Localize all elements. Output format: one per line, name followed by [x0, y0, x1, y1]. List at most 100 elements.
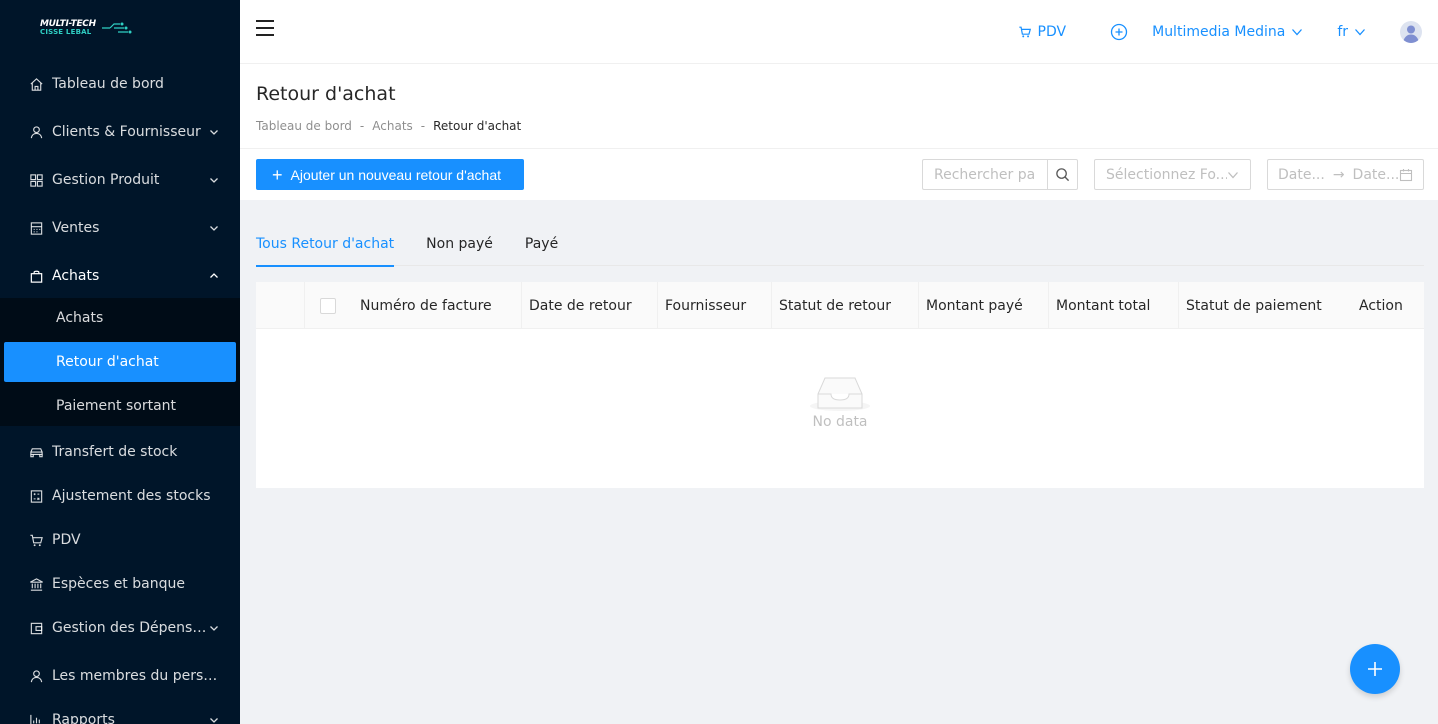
chevron-down-icon — [1228, 171, 1238, 178]
sidebar: MULTI-TECH CISSE LEBAL Tableau de bord C… — [0, 0, 240, 724]
breadcrumb-item-achats[interactable]: Achats — [372, 119, 413, 133]
date-range-picker[interactable]: Date... → Date... — [1267, 159, 1424, 190]
tab-non-paye[interactable]: Non payé — [426, 222, 493, 266]
sidebar-item-label: Les membres du personnel — [52, 668, 220, 684]
sidebar-item-pdv[interactable]: PDV — [0, 518, 240, 562]
date-start-placeholder[interactable]: Date... — [1278, 167, 1325, 183]
calendar-icon — [1399, 168, 1413, 182]
bag-icon — [28, 268, 44, 284]
sidebar-item-tableau-de-bord[interactable]: Tableau de bord — [0, 62, 240, 106]
sidebar-item-ventes[interactable]: Ventes — [0, 206, 240, 250]
page-header: Retour d'achat Tableau de bord - Achats … — [240, 64, 1438, 148]
sidebar-item-label: PDV — [52, 532, 81, 548]
add-return-label: Ajouter un nouveau retour d'achat — [290, 166, 502, 183]
header-actions: PDV Multimedia Medina fr — [1018, 0, 1438, 64]
table-header: Numéro de facture Date de retour Fournis… — [256, 282, 1424, 329]
sidebar-item-label: Transfert de stock — [52, 444, 178, 460]
sidebar-item-membres-du-personnel[interactable]: Les membres du personnel — [0, 654, 240, 698]
column-header-action: Action — [1359, 297, 1403, 314]
search-group — [922, 159, 1078, 190]
store-selector[interactable]: Multimedia Medina — [1152, 24, 1303, 40]
column-header-statut-retour[interactable]: Statut de retour — [771, 282, 918, 329]
tab-tous-retour-d-achat[interactable]: Tous Retour d'achat — [256, 222, 395, 267]
chevron-up-icon — [208, 270, 220, 282]
achats-submenu: Achats Retour d'achat Paiement sortant — [0, 298, 240, 426]
floating-add-button[interactable] — [1350, 644, 1400, 694]
chevron-down-icon — [208, 714, 220, 724]
supplier-select-placeholder: Sélectionnez Fo... — [1106, 166, 1227, 183]
column-header-montant-paye[interactable]: Montant payé — [918, 282, 1048, 329]
store-label: Multimedia Medina — [1152, 24, 1286, 40]
logo[interactable]: MULTI-TECH CISSE LEBAL — [0, 0, 240, 56]
cart-icon — [28, 532, 44, 548]
sidebar-item-label: Rapports — [52, 712, 115, 724]
user-avatar[interactable] — [1400, 21, 1422, 43]
breadcrumb-item-current: Retour d'achat — [433, 119, 522, 133]
date-end-placeholder[interactable]: Date... — [1353, 167, 1400, 183]
supplier-select[interactable]: Sélectionnez Fo... — [1094, 159, 1251, 190]
user-icon — [28, 668, 44, 684]
chevron-down-icon — [208, 622, 220, 634]
tab-paye[interactable]: Payé — [525, 222, 558, 266]
avatar-icon — [1403, 25, 1419, 43]
breadcrumb-separator: - — [420, 119, 426, 133]
column-header-montant-total[interactable]: Montant total — [1048, 282, 1178, 329]
sidebar-menu: Tableau de bord Clients & Fournisseur Ge… — [0, 62, 240, 724]
arrow-right-icon: → — [1332, 166, 1345, 183]
language-selector[interactable]: fr — [1337, 24, 1366, 40]
sidebar-item-achats[interactable]: Achats — [0, 254, 240, 298]
logo-text: MULTI-TECH CISSE LEBAL — [40, 20, 96, 36]
menu-toggle-icon[interactable] — [256, 20, 274, 36]
sidebar-item-label: Gestion Produit — [52, 172, 160, 188]
sidebar-item-rapports[interactable]: Rapports — [0, 698, 240, 724]
column-header-statut-paiement[interactable]: Statut de paiement — [1178, 282, 1351, 329]
top-header: PDV Multimedia Medina fr — [240, 0, 1438, 64]
logo-circuit-icon — [101, 22, 132, 34]
page-title: Retour d'achat — [256, 83, 396, 105]
sidebar-item-gestion-des-depenses[interactable]: Gestion des Dépenses — [0, 606, 240, 650]
empty-state: No data — [256, 370, 1424, 430]
grid-icon — [28, 172, 44, 188]
empty-inbox-icon — [810, 377, 870, 411]
search-button[interactable] — [1047, 159, 1078, 190]
chart-icon — [28, 712, 44, 724]
chevron-down-icon — [1292, 29, 1303, 36]
breadcrumb-item-tableau-de-bord[interactable]: Tableau de bord — [256, 119, 352, 133]
pdv-link[interactable]: PDV — [1018, 24, 1066, 40]
plus-circle-icon — [1110, 23, 1128, 41]
submenu-item-achats[interactable]: Achats — [4, 298, 236, 338]
sidebar-item-label: Clients & Fournisseur — [52, 124, 201, 140]
status-tabs: Tous Retour d'achat Non payé Payé — [256, 222, 1424, 267]
search-input[interactable] — [922, 159, 1047, 190]
empty-state-text: No data — [812, 414, 868, 430]
submenu-item-retour-d-achat[interactable]: Retour d'achat — [4, 342, 236, 382]
plus-icon: + — [272, 164, 283, 185]
column-header-numero-facture[interactable]: Numéro de facture — [352, 282, 521, 329]
calculator-icon — [28, 488, 44, 504]
select-all-checkbox[interactable] — [320, 297, 336, 314]
logo-line-2: CISSE LEBAL — [40, 28, 92, 36]
bank-icon — [28, 576, 44, 592]
column-header-date-retour[interactable]: Date de retour — [521, 282, 657, 329]
column-header-fournisseur[interactable]: Fournisseur — [657, 282, 771, 329]
chevron-down-icon — [208, 174, 220, 186]
quick-add-button[interactable] — [1110, 23, 1128, 41]
chevron-down-icon — [1355, 29, 1365, 36]
toolbar: + Ajouter un nouveau retour d'achat Séle… — [240, 148, 1438, 200]
add-return-button[interactable]: + Ajouter un nouveau retour d'achat — [256, 159, 524, 190]
breadcrumb-separator: - — [359, 119, 365, 133]
sidebar-item-label: Gestion des Dépenses — [52, 620, 208, 636]
sidebar-item-transfert-de-stock[interactable]: Transfert de stock — [0, 430, 240, 474]
sidebar-item-label: Ventes — [52, 220, 100, 236]
plus-icon — [1368, 662, 1382, 676]
sidebar-item-gestion-produit[interactable]: Gestion Produit — [0, 158, 240, 202]
sidebar-item-label: Ajustement des stocks — [52, 488, 211, 504]
submenu-item-paiement-sortant[interactable]: Paiement sortant — [4, 386, 236, 426]
sidebar-item-label: Tableau de bord — [52, 76, 164, 92]
sidebar-item-especes-et-banque[interactable]: Espèces et banque — [0, 562, 240, 606]
breadcrumb: Tableau de bord - Achats - Retour d'acha… — [256, 119, 1438, 133]
wallet-icon — [28, 620, 44, 636]
sidebar-item-ajustement-des-stocks[interactable]: Ajustement des stocks — [0, 474, 240, 518]
sidebar-item-clients-fournisseur[interactable]: Clients & Fournisseur — [0, 110, 240, 154]
cart-icon — [1018, 26, 1031, 38]
